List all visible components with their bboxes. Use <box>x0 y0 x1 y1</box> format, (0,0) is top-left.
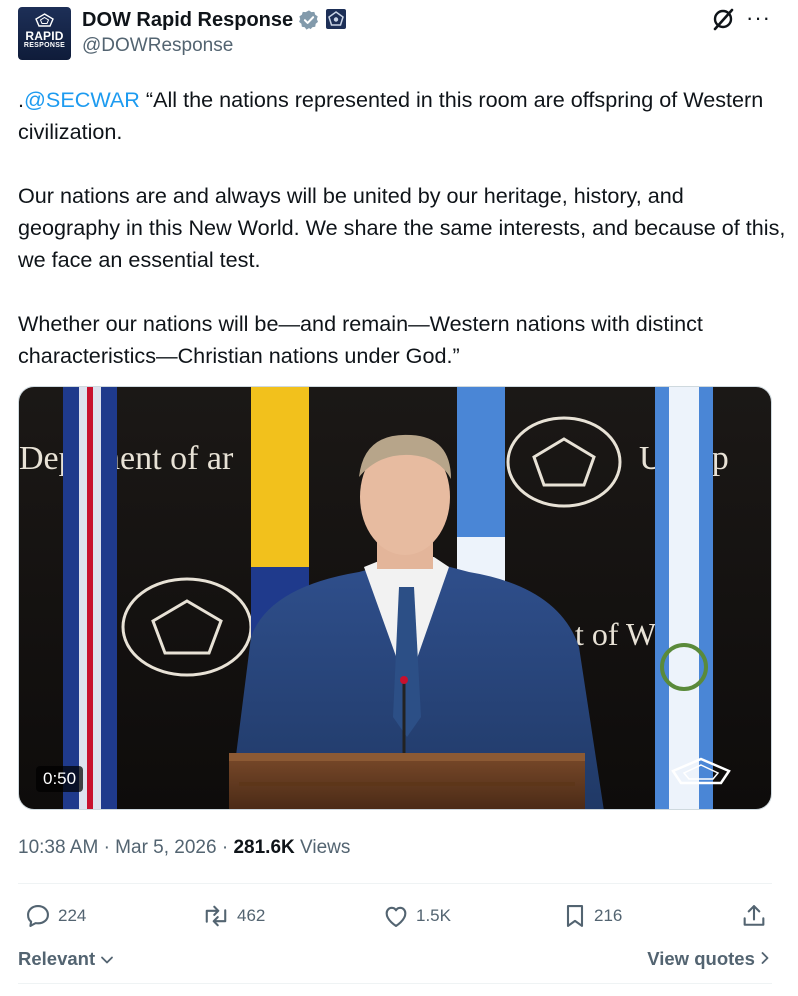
sort-replies-dropdown[interactable]: Relevant <box>18 947 114 971</box>
share-button[interactable] <box>740 901 774 931</box>
avatar-text-response: RESPONSE <box>23 42 66 49</box>
repost-button[interactable]: 462 <box>201 901 265 931</box>
meta-separator: · <box>103 837 110 858</box>
views-label: Views <box>300 837 351 858</box>
display-name[interactable]: DOW Rapid Response <box>82 8 293 32</box>
grok-icon[interactable] <box>711 6 737 32</box>
bookmark-count: 216 <box>594 906 623 925</box>
tweet-text: .@SECWAR “All the nations represented in… <box>18 84 788 372</box>
bookmark-icon <box>566 905 584 927</box>
chevron-down-icon <box>101 956 114 964</box>
backdrop-text-left: Dep tment of ar <box>19 440 234 477</box>
flag-yellow <box>251 387 309 567</box>
mention-link[interactable]: @SECWAR <box>24 87 140 112</box>
heart-icon <box>385 906 407 927</box>
tweet-date[interactable]: Mar 5, 2026 <box>115 837 216 858</box>
like-count: 1.5K <box>416 906 451 925</box>
verified-badge-icon <box>299 10 318 30</box>
divider <box>18 883 772 884</box>
tweet-meta: 10:38 AM · Mar 5, 2026 · 281.6K Views <box>18 836 350 860</box>
tweet-paragraph-2: Our nations are and always will be unite… <box>18 183 786 272</box>
reply-icon <box>27 905 49 927</box>
share-icon <box>743 905 765 926</box>
divider <box>18 983 772 984</box>
view-quotes-label: View quotes <box>647 948 755 969</box>
chevron-right-icon <box>761 952 769 964</box>
sort-label: Relevant <box>18 948 96 969</box>
video-duration-badge: 0:50 <box>36 766 84 792</box>
repost-icon <box>205 905 227 927</box>
reply-count: 224 <box>58 906 87 925</box>
video-player[interactable]: Dep tment of ar U Dep nt of W <box>18 386 772 810</box>
affiliation-badge-icon[interactable] <box>326 9 346 29</box>
like-button[interactable]: 1.5K <box>382 901 451 931</box>
avatar-text-rapid: RAPID <box>25 29 64 43</box>
meta-separator: · <box>221 837 229 858</box>
reply-button[interactable]: 224 <box>24 901 86 931</box>
podium <box>229 753 585 809</box>
bookmark-button[interactable]: 216 <box>562 901 622 931</box>
more-options-icon[interactable]: ··· <box>746 7 771 29</box>
view-quotes-link[interactable]: View quotes <box>647 947 770 971</box>
handle[interactable]: @DOWResponse <box>82 35 233 57</box>
tweet-paragraph-1: .@SECWAR “All the nations represented in… <box>18 84 788 148</box>
pentagon-emblem-icon <box>35 13 54 27</box>
repost-count: 462 <box>237 906 266 925</box>
tweet-time[interactable]: 10:38 AM <box>18 837 98 858</box>
views-count: 281.6K <box>233 837 295 858</box>
avatar[interactable]: RAPID RESPONSE <box>18 7 71 60</box>
video-frame: Dep tment of ar U Dep nt of W <box>19 387 771 809</box>
tweet-paragraph-3: Whether our nations will be—and remain—W… <box>18 311 703 368</box>
